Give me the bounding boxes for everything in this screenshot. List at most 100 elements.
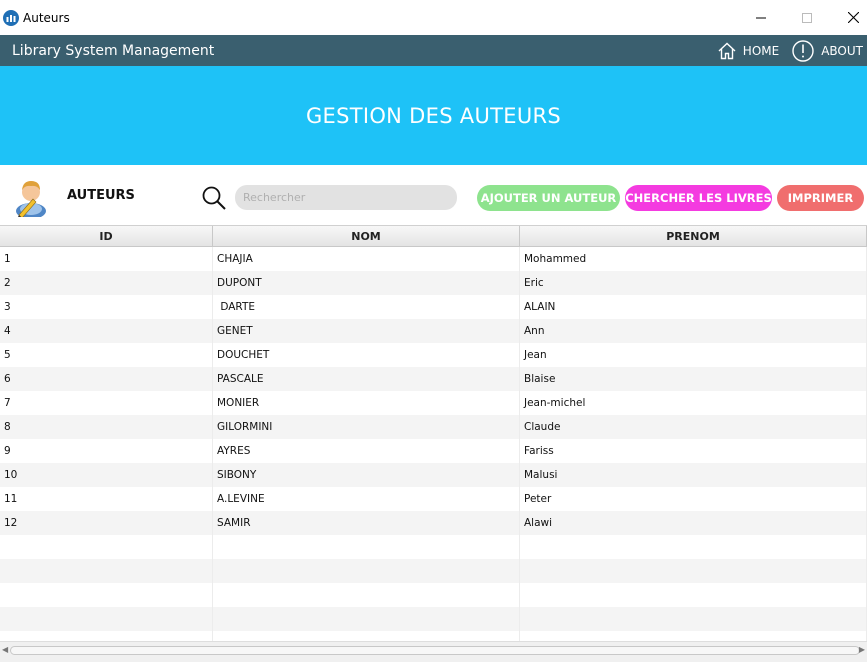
cell-id: 2 [0, 271, 213, 295]
cell-prenom: Blaise [520, 367, 867, 391]
cell-id: 1 [0, 247, 213, 271]
window-titlebar: Auteurs [0, 0, 867, 35]
scroll-left-icon[interactable]: ◀ [2, 645, 8, 654]
table-body: 1 CHAJIA Mohammed 2 DUPONT Eric 3 DARTE ALAIN 4 G… [0, 247, 867, 641]
table-row[interactable]: 3 DARTE ALAIN [0, 295, 867, 319]
empty-table-row [0, 607, 867, 631]
cell-nom [213, 535, 520, 559]
navbar: Library System Management HOME ABOUT [0, 35, 867, 66]
cell-prenom: Jean-michel [520, 391, 867, 415]
cell-prenom: Mohammed [520, 247, 867, 271]
cell-prenom [520, 607, 867, 631]
author-avatar-icon [16, 181, 46, 217]
table-row[interactable]: 12 SAMIR Alawi [0, 511, 867, 535]
minimize-button[interactable] [738, 0, 784, 35]
cell-nom: GENET [213, 319, 520, 343]
cell-id: 3 [0, 295, 213, 319]
cell-nom: DOUCHET [213, 343, 520, 367]
table-row[interactable]: 10 SIBONY Malusi [0, 463, 867, 487]
cell-id: 9 [0, 439, 213, 463]
table-row[interactable]: 7 MONIER Jean-michel [0, 391, 867, 415]
cell-id [0, 535, 213, 559]
cell-nom: DARTE [213, 295, 520, 319]
cell-id: 12 [0, 511, 213, 535]
search-books-button[interactable]: CHERCHER LES LIVRES [625, 185, 772, 211]
cell-prenom: Fariss [520, 439, 867, 463]
table-header: ID NOM PRENOM [0, 226, 867, 247]
empty-table-row [0, 583, 867, 607]
table-row[interactable]: 5 DOUCHET Jean [0, 343, 867, 367]
cell-nom [213, 607, 520, 631]
close-icon [847, 12, 859, 23]
cell-nom: SIBONY [213, 463, 520, 487]
authors-table: ID NOM PRENOM 1 CHAJIA Mohammed 2 DUPONT Eric… [0, 225, 867, 641]
add-author-button[interactable]: AJOUTER UN AUTEUR [477, 185, 620, 211]
cell-prenom: Ann [520, 319, 867, 343]
about-link[interactable]: ABOUT [821, 44, 863, 58]
about-icon[interactable] [791, 39, 815, 63]
scroll-right-icon[interactable]: ▶ [859, 645, 865, 654]
column-header-prenom[interactable]: PRENOM [520, 226, 867, 246]
cell-prenom: Malusi [520, 463, 867, 487]
close-button[interactable] [830, 0, 867, 35]
empty-table-row [0, 559, 867, 583]
cell-prenom [520, 559, 867, 583]
page-banner: GESTION DES AUTEURS [0, 66, 867, 165]
search-input[interactable] [235, 185, 457, 210]
table-row[interactable]: 8 GILORMINI Claude [0, 415, 867, 439]
print-button[interactable]: IMPRIMER [777, 185, 864, 211]
cell-id: 8 [0, 415, 213, 439]
cell-id: 10 [0, 463, 213, 487]
cell-id: 5 [0, 343, 213, 367]
column-header-nom[interactable]: NOM [213, 226, 520, 246]
cell-prenom: Alawi [520, 511, 867, 535]
table-row[interactable]: 1 CHAJIA Mohammed [0, 247, 867, 271]
table-row[interactable]: 6 PASCALE Blaise [0, 367, 867, 391]
maximize-icon [802, 12, 812, 23]
home-link[interactable]: HOME [743, 44, 779, 58]
home-icon[interactable] [717, 41, 737, 61]
cell-prenom: ALAIN [520, 295, 867, 319]
cell-id [0, 559, 213, 583]
cell-id: 11 [0, 487, 213, 511]
table-row[interactable]: 4 GENET Ann [0, 319, 867, 343]
horizontal-scrollbar[interactable]: ◀ ▶ [0, 641, 867, 662]
scrollbar-thumb[interactable] [10, 646, 860, 655]
cell-prenom [520, 535, 867, 559]
search-icon[interactable] [201, 185, 227, 211]
cell-prenom [520, 583, 867, 607]
cell-prenom: Peter [520, 487, 867, 511]
cell-prenom: Eric [520, 271, 867, 295]
cell-nom [213, 559, 520, 583]
nav-links: HOME ABOUT [717, 35, 867, 66]
app-name: Library System Management [12, 42, 215, 59]
cell-id [0, 607, 213, 631]
app-icon [3, 9, 19, 26]
empty-table-row [0, 535, 867, 559]
table-row[interactable]: 9 AYRES Fariss [0, 439, 867, 463]
empty-table-row [0, 631, 867, 641]
cell-prenom [520, 631, 867, 641]
cell-id: 6 [0, 367, 213, 391]
cell-nom: GILORMINI [213, 415, 520, 439]
table-row[interactable]: 2 DUPONT Eric [0, 271, 867, 295]
column-header-id[interactable]: ID [0, 226, 213, 246]
cell-nom: DUPONT [213, 271, 520, 295]
table-row[interactable]: 11 A.LEVINE Peter [0, 487, 867, 511]
cell-nom: MONIER [213, 391, 520, 415]
cell-prenom: Claude [520, 415, 867, 439]
cell-nom [213, 583, 520, 607]
cell-id [0, 631, 213, 641]
cell-nom: AYRES [213, 439, 520, 463]
minimize-icon [756, 17, 766, 18]
section-label: AUTEURS [67, 188, 135, 203]
cell-prenom: Jean [520, 343, 867, 367]
maximize-button[interactable] [784, 0, 830, 35]
window-title: Auteurs [23, 10, 70, 25]
toolbar: AUTEURS AJOUTER UN AUTEUR CHERCHER LES L… [0, 165, 867, 225]
cell-nom: CHAJIA [213, 247, 520, 271]
cell-nom: SAMIR [213, 511, 520, 535]
cell-nom [213, 631, 520, 641]
cell-id: 4 [0, 319, 213, 343]
cell-nom: PASCALE [213, 367, 520, 391]
